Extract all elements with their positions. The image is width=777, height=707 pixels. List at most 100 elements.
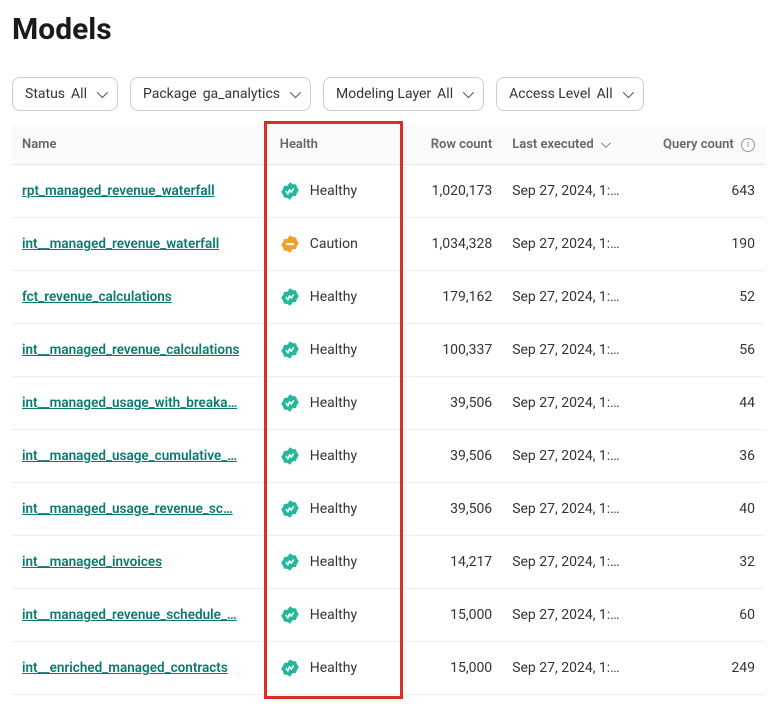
query-count: 44	[739, 395, 755, 411]
model-link[interactable]: int__managed_usage_with_breaka…	[22, 395, 237, 411]
table-row: int__managed_usage_revenue_sc… Healthy 39,…	[12, 483, 765, 536]
last-executed: Sep 27, 2024, 1:…	[512, 342, 619, 358]
filter-label: Modeling Layer	[336, 86, 431, 102]
model-link[interactable]: int__managed_revenue_waterfall	[22, 236, 219, 252]
model-link[interactable]: int__managed_usage_cumulative_…	[22, 448, 237, 464]
health-cell: Healthy	[280, 499, 391, 519]
models-table: Name Health Row count Last executed Quer…	[12, 125, 765, 695]
col-header-querycount[interactable]: Query count i	[634, 125, 765, 165]
health-cell: Healthy	[280, 605, 391, 625]
col-header-health[interactable]: Health	[270, 125, 401, 165]
query-count: 190	[731, 236, 755, 252]
table-row: int__managed_usage_with_breaka… Healthy 39…	[12, 377, 765, 430]
col-header-querycount-label: Query count	[663, 137, 734, 152]
filter-label: Package	[143, 86, 197, 102]
last-executed: Sep 27, 2024, 1:…	[512, 607, 619, 623]
last-executed: Sep 27, 2024, 1:…	[512, 660, 619, 676]
healthy-icon	[280, 393, 300, 413]
query-count: 40	[739, 501, 755, 517]
table-row: int__managed_revenue_calculations Healthy…	[12, 324, 765, 377]
health-text: Healthy	[310, 342, 357, 358]
health-text: Healthy	[310, 395, 357, 411]
last-executed: Sep 27, 2024, 1:…	[512, 501, 619, 517]
col-header-lastexec-label: Last executed	[512, 137, 593, 152]
table-row: int__managed_usage_cumulative_… Healthy 39…	[12, 430, 765, 483]
table-row: int__managed_revenue_schedule_… Healthy 15…	[12, 589, 765, 642]
table-wrapper: Name Health Row count Last executed Quer…	[12, 125, 765, 695]
filter-value: ga_analytics	[203, 86, 280, 102]
row-count: 39,506	[450, 448, 492, 464]
filter-value: All	[71, 86, 87, 102]
health-text: Healthy	[310, 660, 357, 676]
health-text: Healthy	[310, 289, 357, 305]
row-count: 100,337	[442, 342, 492, 358]
last-executed: Sep 27, 2024, 1:…	[512, 236, 619, 252]
chevron-down-icon	[463, 87, 474, 98]
last-executed: Sep 27, 2024, 1:…	[512, 289, 619, 305]
filter-chip[interactable]: Modeling Layer All	[323, 77, 484, 111]
row-count: 1,020,173	[432, 183, 493, 199]
healthy-icon	[280, 287, 300, 307]
health-cell: Healthy	[280, 393, 391, 413]
health-text: Healthy	[310, 501, 357, 517]
chevron-down-icon	[622, 87, 633, 98]
query-count: 32	[739, 554, 755, 570]
row-count: 1,034,328	[432, 236, 493, 252]
row-count: 14,217	[450, 554, 492, 570]
col-header-name[interactable]: Name	[12, 125, 270, 165]
query-count: 249	[731, 660, 755, 676]
last-executed: Sep 27, 2024, 1:…	[512, 448, 619, 464]
row-count: 39,506	[450, 395, 492, 411]
chevron-down-icon	[97, 87, 108, 98]
health-cell: Healthy	[280, 287, 391, 307]
health-cell: Healthy	[280, 340, 391, 360]
sort-chevron-icon	[601, 138, 611, 148]
filter-chip[interactable]: Access Level All	[496, 77, 644, 111]
model-link[interactable]: fct_revenue_calculations	[22, 289, 172, 305]
healthy-icon	[280, 605, 300, 625]
health-text: Healthy	[310, 607, 357, 623]
last-executed: Sep 27, 2024, 1:…	[512, 183, 619, 199]
model-link[interactable]: int__managed_invoices	[22, 554, 162, 570]
model-link[interactable]: int__managed_revenue_schedule_…	[22, 607, 237, 623]
healthy-icon	[280, 340, 300, 360]
healthy-icon	[280, 181, 300, 201]
row-count: 179,162	[442, 289, 492, 305]
health-cell: Healthy	[280, 181, 391, 201]
last-executed: Sep 27, 2024, 1:…	[512, 395, 619, 411]
row-count: 15,000	[450, 660, 492, 676]
health-cell: Healthy	[280, 552, 391, 572]
filter-label: Access Level	[509, 86, 591, 102]
health-text: Caution	[310, 236, 358, 252]
table-row: int__managed_invoices Healthy 14,217 Sep 27…	[12, 536, 765, 589]
query-count: 52	[739, 289, 755, 305]
row-count: 15,000	[450, 607, 492, 623]
page-title: Models	[12, 12, 765, 47]
last-executed: Sep 27, 2024, 1:…	[512, 554, 619, 570]
query-count: 643	[731, 183, 755, 199]
filter-label: Status	[25, 86, 65, 102]
healthy-icon	[280, 446, 300, 466]
caution-icon	[280, 234, 300, 254]
health-cell: Healthy	[280, 446, 391, 466]
query-count: 60	[739, 607, 755, 623]
info-icon[interactable]: i	[741, 138, 755, 152]
col-header-rowcount[interactable]: Row count	[401, 125, 502, 165]
filter-chip[interactable]: Package ga_analytics	[130, 77, 311, 111]
healthy-icon	[280, 499, 300, 519]
filter-chip[interactable]: Status All	[12, 77, 118, 111]
table-row: rpt_managed_revenue_waterfall Healthy 1,02…	[12, 165, 765, 218]
model-link[interactable]: int__managed_revenue_calculations	[22, 342, 239, 358]
model-link[interactable]: int__managed_usage_revenue_sc…	[22, 501, 233, 517]
model-link[interactable]: rpt_managed_revenue_waterfall	[22, 183, 215, 199]
col-header-lastexec[interactable]: Last executed	[502, 125, 633, 165]
model-link[interactable]: int__enriched_managed_contracts	[22, 660, 228, 676]
health-cell: Caution	[280, 234, 391, 254]
row-count: 39,506	[450, 501, 492, 517]
healthy-icon	[280, 552, 300, 572]
healthy-icon	[280, 658, 300, 678]
table-row: int__managed_revenue_waterfall Caution 1,0…	[12, 218, 765, 271]
query-count: 56	[739, 342, 755, 358]
health-text: Healthy	[310, 554, 357, 570]
chevron-down-icon	[290, 87, 301, 98]
